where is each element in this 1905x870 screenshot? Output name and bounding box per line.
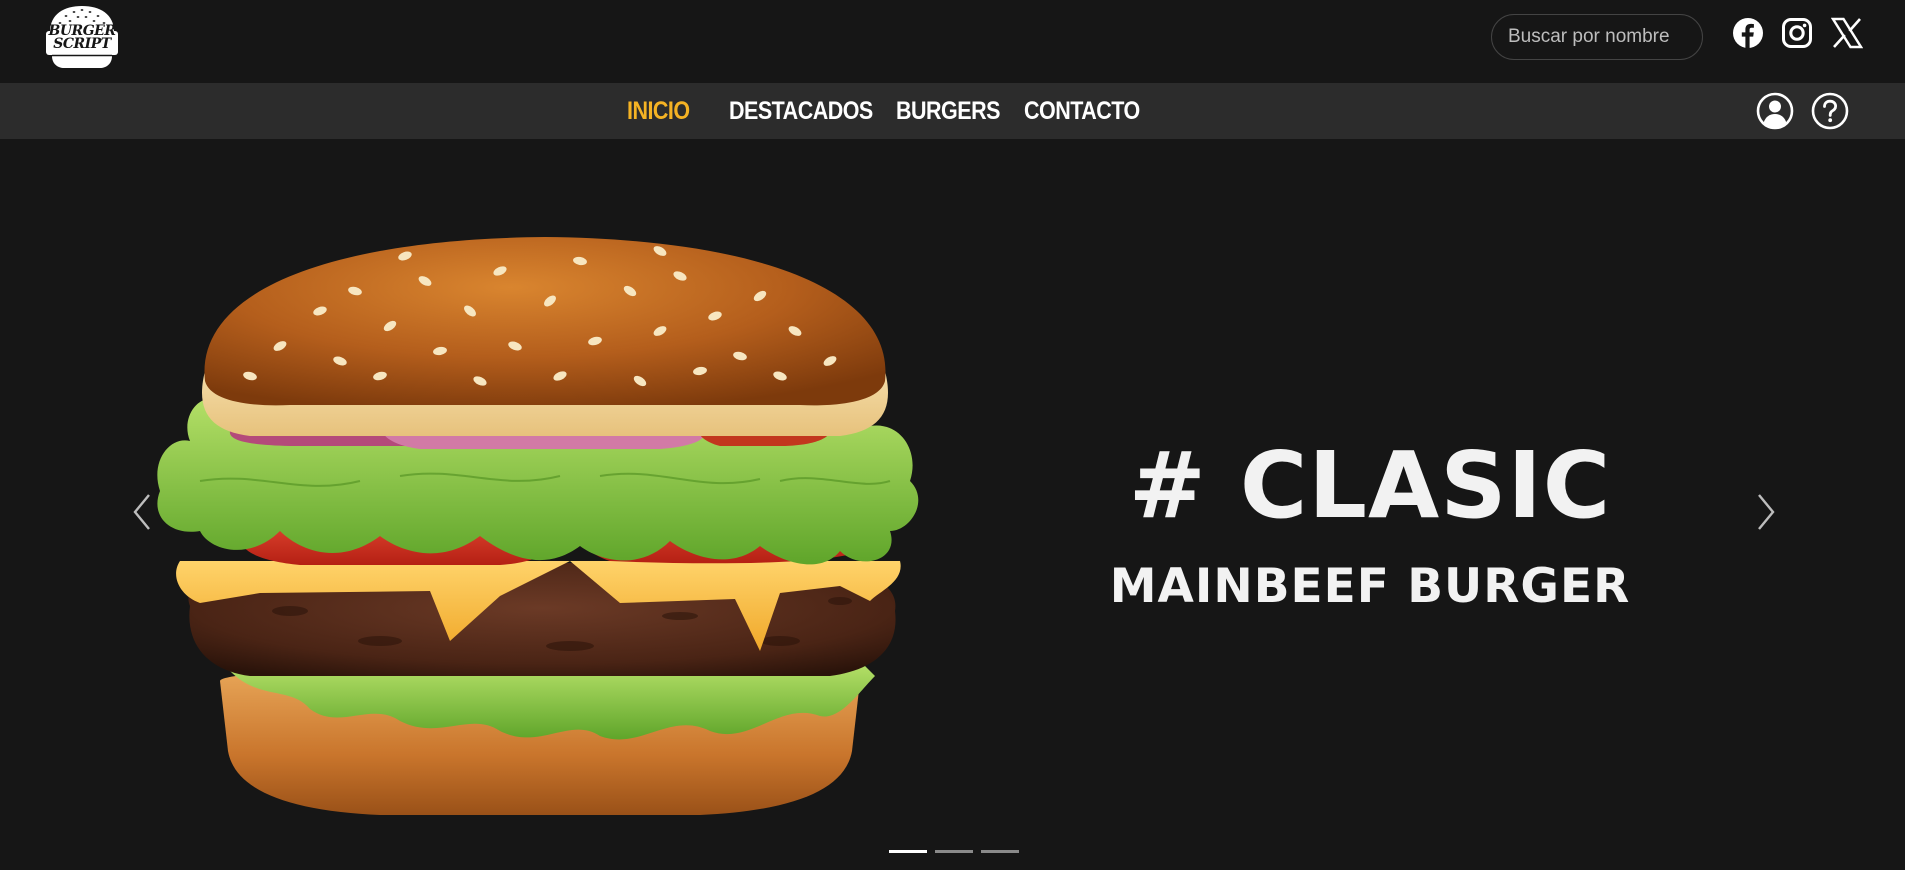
user-account-icon (1756, 92, 1794, 130)
carousel-indicators (889, 850, 1019, 856)
nav-item-burgers[interactable]: BURGERS (896, 83, 1000, 139)
main-nav: INICIO DESTACADOS BURGERS CONTACTO (0, 83, 1905, 139)
hero-carousel: # CLASIC MAINBEEF BURGER (0, 139, 1905, 870)
instagram-link[interactable] (1780, 16, 1814, 50)
slide-title: # CLASIC (1128, 432, 1612, 539)
top-bar: BURGER SCRIPT (0, 0, 1905, 83)
facebook-icon (1733, 18, 1763, 48)
burger-image (140, 231, 940, 821)
carousel-prev-button[interactable] (128, 491, 158, 533)
carousel-indicator[interactable] (889, 850, 927, 853)
user-account-button[interactable] (1756, 92, 1794, 130)
nav-item-contacto[interactable]: CONTACTO (1024, 83, 1140, 139)
nav-item-inicio[interactable]: INICIO (627, 83, 690, 139)
logo-text: BURGER SCRIPT (48, 23, 116, 52)
carousel-indicator[interactable] (981, 850, 1019, 853)
carousel-indicator[interactable] (935, 850, 973, 853)
x-link[interactable] (1830, 16, 1864, 50)
burger-script-logo[interactable]: BURGER SCRIPT (44, 4, 120, 70)
slide-subtitle: MAINBEEF BURGER (1109, 559, 1631, 614)
help-icon (1811, 92, 1849, 130)
facebook-link[interactable] (1731, 16, 1765, 50)
x-icon (1831, 17, 1863, 49)
instagram-icon (1782, 18, 1812, 48)
nav-item-destacados[interactable]: DESTACADOS (729, 83, 873, 139)
carousel-next-button[interactable] (1750, 491, 1780, 533)
chevron-right-icon (1758, 494, 1775, 530)
chevron-left-icon (133, 494, 150, 530)
search-input[interactable] (1491, 14, 1703, 60)
help-button[interactable] (1811, 92, 1849, 130)
